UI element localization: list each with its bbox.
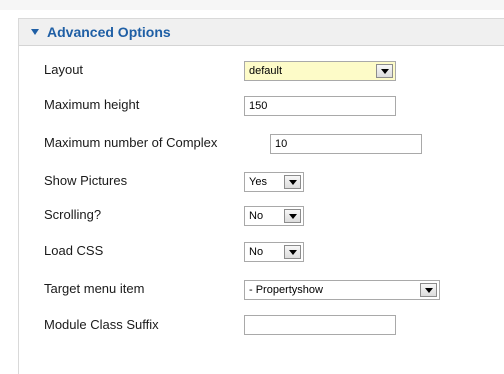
chevron-down-icon	[380, 68, 389, 74]
chevron-down-icon	[288, 213, 297, 219]
advanced-options-header[interactable]: Advanced Options	[19, 19, 504, 46]
layout-select-value: default	[249, 65, 283, 77]
scrolling-dropdown-button[interactable]	[284, 209, 301, 223]
show-pictures-label: Show Pictures	[44, 173, 128, 188]
target-menu-label: Target menu item	[44, 281, 145, 296]
max-complex-input[interactable]	[270, 134, 422, 154]
load-css-select-value: No	[249, 246, 264, 258]
chevron-down-icon	[288, 249, 297, 255]
target-menu-dropdown-button[interactable]	[420, 283, 437, 297]
show-pictures-select-value: Yes	[249, 176, 267, 188]
page: Advanced Options Layout default Maximum …	[0, 0, 504, 374]
layout-dropdown-button[interactable]	[376, 64, 393, 78]
load-css-label: Load CSS	[44, 243, 104, 258]
panel-title: Advanced Options	[47, 24, 171, 40]
max-height-input[interactable]	[244, 96, 396, 116]
load-css-dropdown-button[interactable]	[284, 245, 301, 259]
scrolling-select[interactable]: No	[244, 206, 304, 226]
show-pictures-select[interactable]: Yes	[244, 172, 304, 192]
class-suffix-input[interactable]	[244, 315, 396, 335]
chevron-down-icon	[424, 287, 433, 293]
top-strip	[0, 0, 504, 10]
max-height-label: Maximum height	[44, 97, 140, 112]
layout-select[interactable]: default	[244, 61, 396, 81]
target-menu-select-value: - Propertyshow	[249, 284, 323, 296]
target-menu-select[interactable]: - Propertyshow	[244, 280, 440, 300]
layout-label: Layout	[44, 62, 84, 77]
show-pictures-dropdown-button[interactable]	[284, 175, 301, 189]
max-complex-label: Maximum number of Complex	[44, 135, 218, 150]
chevron-down-icon	[288, 179, 297, 185]
class-suffix-label: Module Class Suffix	[44, 317, 159, 332]
scrolling-label: Scrolling?	[44, 207, 102, 222]
load-css-select[interactable]: No	[244, 242, 304, 262]
collapse-arrow-icon[interactable]	[31, 29, 39, 35]
scrolling-select-value: No	[249, 210, 264, 222]
